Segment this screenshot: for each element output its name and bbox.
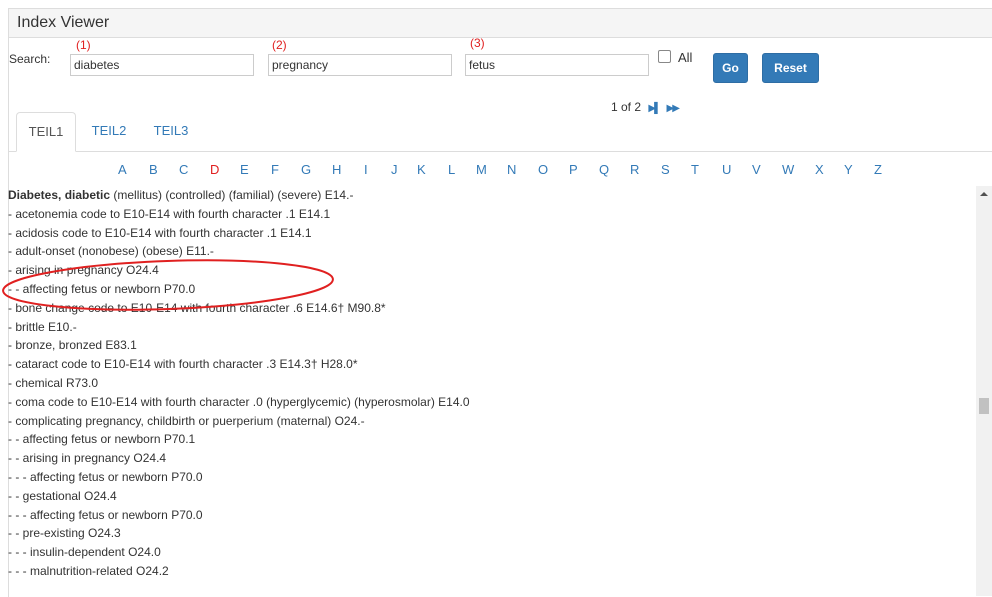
annotation-3: (3): [470, 36, 485, 50]
tab-teil1[interactable]: TEIL1: [16, 112, 76, 152]
search-input-1[interactable]: [70, 54, 254, 76]
letter-x[interactable]: X: [815, 162, 824, 177]
tab-teil3[interactable]: TEIL3: [144, 112, 198, 151]
entry-text: (mellitus) (controlled) (familial) (seve…: [110, 188, 354, 202]
list-item: - coma code to E10-E14 with fourth chara…: [8, 393, 976, 412]
entry-text: - - affecting fetus or newborn P70.1: [8, 432, 196, 447]
letter-f[interactable]: F: [271, 162, 279, 177]
entry-text: - acetonemia code to E10-E14 with fourth…: [8, 206, 331, 221]
entry-bold-term: Diabetes, diabetic: [8, 188, 111, 202]
entry-text: - - affecting fetus or newborn P70.0: [8, 281, 196, 296]
entry-text: - - - affecting fetus or newborn P70.0: [8, 507, 203, 522]
letter-r[interactable]: R: [630, 162, 639, 177]
list-item: Diabetes, diabetic (mellitus) (controlle…: [8, 186, 976, 205]
entry-text: - acidosis code to E10-E14 with fourth c…: [8, 225, 312, 240]
letter-m[interactable]: M: [476, 162, 487, 177]
list-item: - - affecting fetus or newborn P70.0: [8, 280, 976, 299]
letter-o[interactable]: O: [538, 162, 548, 177]
letter-q[interactable]: Q: [599, 162, 609, 177]
entry-text: - adult-onset (nonobese) (obese) E11.-: [8, 244, 214, 259]
letter-y[interactable]: Y: [844, 162, 853, 177]
list-item: - - - malnutrition-related O24.2: [8, 562, 976, 581]
entry-text: - complicating pregnancy, childbirth or …: [8, 413, 365, 428]
letter-i[interactable]: I: [364, 162, 368, 177]
letter-c[interactable]: C: [179, 162, 188, 177]
reset-button[interactable]: Reset: [762, 53, 819, 83]
entry-text: - brittle E10.-: [8, 319, 77, 334]
entry-text: - - - affecting fetus or newborn P70.0: [8, 469, 203, 484]
list-item: - - pre-existing O24.3: [8, 524, 976, 543]
letter-v[interactable]: V: [752, 162, 761, 177]
entry-text: - arising in pregnancy O24.4: [8, 263, 159, 278]
letter-u[interactable]: U: [722, 162, 731, 177]
letter-s[interactable]: S: [661, 162, 670, 177]
list-item: - adult-onset (nonobese) (obese) E11.-: [8, 242, 976, 261]
index-entry-list: Diabetes, diabetic (mellitus) (controlle…: [8, 186, 976, 596]
tab-bar: TEIL1 TEIL2 TEIL3: [8, 112, 992, 152]
list-item: - bronze, bronzed E83.1: [8, 336, 976, 355]
list-item: - arising in pregnancy O24.4: [8, 261, 976, 280]
list-item: - - - affecting fetus or newborn P70.0: [8, 506, 976, 525]
panel-title: Index Viewer: [17, 14, 110, 31]
letter-t[interactable]: T: [691, 162, 699, 177]
scroll-thumb[interactable]: [979, 398, 989, 414]
entry-text: - cataract code to E10-E14 with fourth c…: [8, 357, 358, 372]
letter-e[interactable]: E: [240, 162, 249, 177]
list-item: - brittle E10.-: [8, 318, 976, 337]
entry-text: - chemical R73.0: [8, 375, 99, 390]
letter-j[interactable]: J: [391, 162, 398, 177]
search-input-3[interactable]: [465, 54, 649, 76]
list-item: - cataract code to E10-E14 with fourth c…: [8, 355, 976, 374]
letter-w[interactable]: W: [782, 162, 794, 177]
list-item: - complicating pregnancy, childbirth or …: [8, 412, 976, 431]
entry-text: - bone change code to E10-E14 with fourt…: [8, 300, 386, 315]
tab-teil2[interactable]: TEIL2: [82, 112, 136, 151]
scroll-up-arrow-icon[interactable]: [980, 192, 988, 196]
letter-n[interactable]: N: [507, 162, 516, 177]
search-input-2[interactable]: [268, 54, 452, 76]
scrollbar[interactable]: [976, 186, 992, 596]
entry-text: - - - malnutrition-related O24.2: [8, 563, 169, 578]
entry-text: - - pre-existing O24.3: [8, 526, 121, 541]
search-label: Search:: [9, 52, 51, 66]
panel-heading: Index Viewer: [9, 9, 992, 38]
entry-text: - - gestational O24.4: [8, 488, 117, 503]
letter-h[interactable]: H: [332, 162, 341, 177]
list-item: - - arising in pregnancy O24.4: [8, 449, 976, 468]
list-item: - - - affecting fetus or newborn P70.0: [8, 468, 976, 487]
entry-text: - coma code to E10-E14 with fourth chara…: [8, 394, 470, 409]
all-label: All: [678, 50, 693, 65]
list-item: - bone change code to E10-E14 with fourt…: [8, 299, 976, 318]
list-item: - - gestational O24.4: [8, 487, 976, 506]
letter-a[interactable]: A: [118, 162, 127, 177]
letter-g[interactable]: G: [301, 162, 311, 177]
entry-text: - - arising in pregnancy O24.4: [8, 451, 167, 466]
letter-b[interactable]: B: [149, 162, 158, 177]
annotation-1: (1): [76, 38, 91, 52]
list-item: - acetonemia code to E10-E14 with fourth…: [8, 205, 976, 224]
entry-text: - - - insulin-dependent O24.0: [8, 545, 161, 560]
list-item: - acidosis code to E10-E14 with fourth c…: [8, 224, 976, 243]
list-item: - - - insulin-dependent O24.0: [8, 543, 976, 562]
letter-d[interactable]: D: [210, 162, 219, 177]
list-item: - chemical R73.0: [8, 374, 976, 393]
letter-z[interactable]: Z: [874, 162, 882, 177]
entry-text: - bronze, bronzed E83.1: [8, 338, 137, 353]
list-item: - - affecting fetus or newborn P70.1: [8, 430, 976, 449]
letter-p[interactable]: P: [569, 162, 578, 177]
go-button[interactable]: Go: [713, 53, 748, 83]
letter-l[interactable]: L: [448, 162, 455, 177]
annotation-2: (2): [272, 38, 287, 52]
all-checkbox[interactable]: [658, 50, 671, 63]
letter-k[interactable]: K: [417, 162, 426, 177]
